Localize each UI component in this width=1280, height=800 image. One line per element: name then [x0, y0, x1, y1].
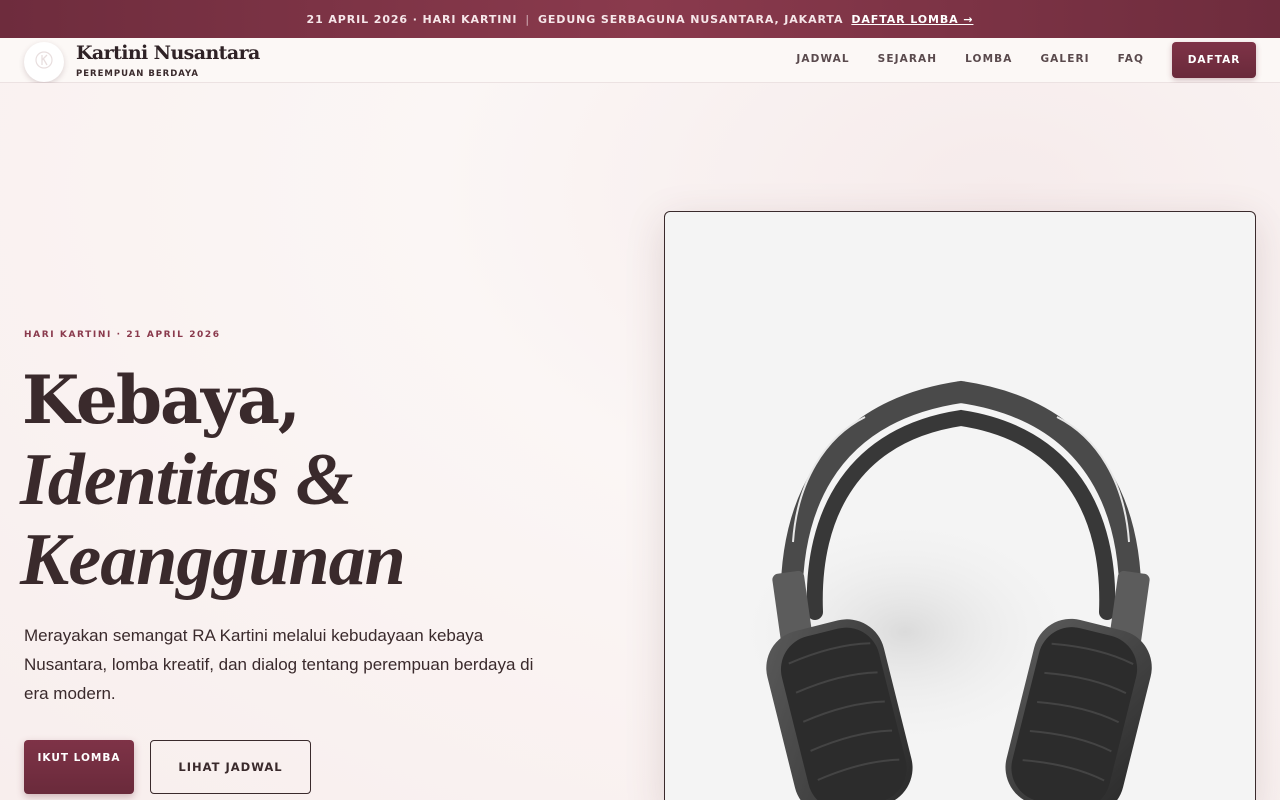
- join-competition-button[interactable]: IKUT LOMBA: [24, 740, 134, 794]
- nav-item-lomba[interactable]: LOMBA: [965, 53, 1012, 65]
- nav-links: JADWAL SEJARAH LOMBA GALERI FAQ: [796, 53, 1144, 65]
- announcement-date: 21 APRIL 2026 · HARI KARTINI: [306, 12, 518, 26]
- hero-title-line2: Identitas &: [20, 439, 353, 521]
- brand-subtitle: PEREMPUAN BERDAYA: [76, 69, 199, 79]
- nav-item-jadwal[interactable]: JADWAL: [796, 53, 849, 65]
- hero-image-card: [664, 211, 1256, 800]
- navbar: Kartini Nusantara PEREMPUAN BERDAYA JADW…: [0, 38, 1280, 83]
- nav-item-galeri[interactable]: GALERI: [1040, 53, 1089, 65]
- announcement-separator: |: [525, 12, 530, 26]
- hero-eyebrow: HARI KARTINI · 21 APRIL 2026: [24, 330, 221, 340]
- brand-title[interactable]: Kartini Nusantara: [76, 42, 260, 64]
- hero-description: Merayakan semangat RA Kartini melalui ke…: [24, 626, 534, 703]
- hero-title-line1: Kebaya,: [22, 361, 301, 439]
- view-schedule-button[interactable]: LIHAT JADWAL: [150, 740, 311, 794]
- nav-item-sejarah[interactable]: SEJARAH: [878, 53, 937, 65]
- logo[interactable]: [24, 42, 64, 82]
- hero-title-line3: Keanggunan: [20, 519, 406, 601]
- register-button[interactable]: DAFTAR: [1172, 42, 1256, 78]
- k-monogram-icon: [34, 50, 54, 74]
- headphones-image: [725, 380, 1152, 800]
- register-competition-link[interactable]: DAFTAR LOMBA →: [851, 13, 973, 26]
- nav-item-faq[interactable]: FAQ: [1118, 53, 1144, 65]
- announcement-bar: 21 APRIL 2026 · HARI KARTINI | GEDUNG SE…: [0, 0, 1280, 38]
- announcement-venue: GEDUNG SERBAGUNA NUSANTARA, JAKARTA: [537, 12, 844, 26]
